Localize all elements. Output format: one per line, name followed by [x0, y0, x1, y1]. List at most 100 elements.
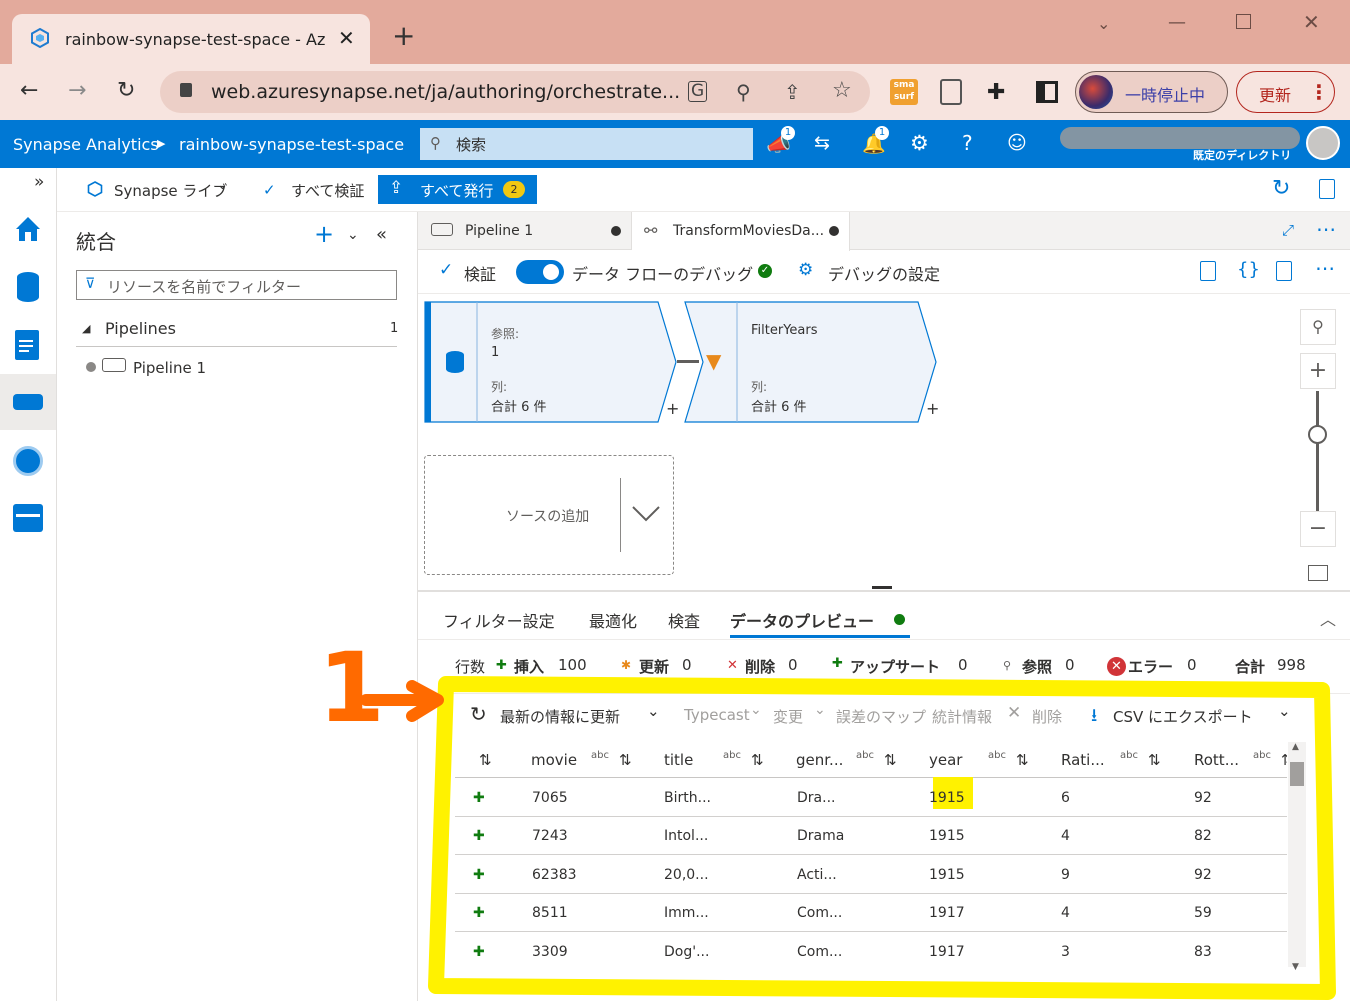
sma-surf-extension-icon[interactable]: sma surf	[890, 79, 918, 105]
fit-to-screen-icon[interactable]	[1308, 565, 1328, 581]
zoom-slider-thumb[interactable]	[1308, 425, 1327, 444]
sort-icon[interactable]: ⇅	[479, 751, 492, 769]
validate-button[interactable]: 検証	[464, 261, 496, 285]
add-transform-icon[interactable]: +	[666, 399, 679, 418]
sort-icon[interactable]: ⇅	[1281, 751, 1287, 769]
switch-directory-icon[interactable]: ⇆	[814, 132, 830, 154]
sort-icon[interactable]: ⇅	[1148, 751, 1161, 769]
col-rotten[interactable]: Rott...	[1194, 751, 1239, 769]
expand-rail-icon[interactable]: »	[34, 172, 44, 192]
home-hub-icon[interactable]	[13, 214, 43, 244]
collapse-panel-icon[interactable]: «	[376, 224, 387, 245]
col-genre[interactable]: genr...	[796, 751, 843, 769]
modify-button[interactable]: 変更	[773, 706, 803, 727]
forward-arrow-icon[interactable]: →	[68, 80, 86, 102]
integrate-hub-icon[interactable]	[0, 374, 56, 430]
col-title[interactable]: title	[664, 751, 693, 769]
back-arrow-icon[interactable]: ←	[20, 80, 38, 102]
monitor-hub-icon[interactable]	[13, 446, 43, 476]
filter-input[interactable]: ⊽ リソースを名前でフィルター	[76, 270, 397, 300]
bookmark-star-icon[interactable]: ☆	[832, 78, 852, 103]
more-options-icon[interactable]: ⋯	[1315, 256, 1335, 280]
table-row[interactable]: ✚ 3309 Dog'... Com... 1917 3 83	[455, 933, 1287, 963]
export-csv-button[interactable]: CSV にエクスポート	[1113, 706, 1253, 727]
brand-link[interactable]: Synapse Analytics	[13, 135, 159, 154]
remove-button[interactable]: 削除	[1032, 706, 1062, 727]
add-source-button[interactable]: ソースの追加	[424, 455, 674, 575]
col-year[interactable]: year	[929, 751, 962, 769]
browser-tab[interactable]: rainbow-synapse-test-space - Az ✕	[12, 14, 370, 64]
sort-icon[interactable]: ⇅	[619, 751, 632, 769]
synapse-live-dropdown[interactable]: Synapse ライブ	[114, 180, 227, 201]
tab-list-chevron-icon[interactable]: ⌄	[1097, 14, 1110, 33]
tab-filter-settings[interactable]: フィルター設定	[443, 608, 555, 632]
search-box[interactable]: ⚲ 検索	[420, 128, 753, 160]
minimize-icon[interactable]: —	[1168, 12, 1186, 33]
manage-hub-icon[interactable]	[13, 504, 43, 532]
address-bar[interactable]: web.azuresynapse.net/ja/authoring/orches…	[160, 71, 870, 113]
side-panel-icon[interactable]	[1036, 81, 1058, 103]
add-resource-icon[interactable]: +	[314, 222, 334, 246]
filter-node[interactable]: ▼ FilterYears 列: 合計 6 件	[684, 301, 937, 423]
tab-pipeline-1[interactable]: Pipeline 1	[418, 212, 632, 250]
table-row[interactable]: ✚ 7065 Birth... Dra... 1915 6 92	[455, 779, 1287, 817]
chevron-down-icon[interactable]: ⌄	[1278, 702, 1291, 720]
browser-update-button[interactable]: 更新 ⋮	[1236, 71, 1335, 113]
canvas-search-icon[interactable]: ⚲	[1300, 309, 1336, 345]
tab-optimize[interactable]: 最適化	[589, 608, 637, 632]
refresh-icon[interactable]: ↻	[1272, 176, 1290, 201]
account-redacted[interactable]	[1060, 127, 1300, 149]
maximize-icon[interactable]	[1236, 14, 1251, 29]
code-braces-icon[interactable]: {}	[1237, 259, 1260, 280]
dataflow-canvas[interactable]: 参照: 1 列: 合計 6 件 + ▼ FilterYears 列: 合計 6 …	[418, 295, 1350, 589]
collapse-caret-icon[interactable]: ◢	[82, 322, 90, 335]
table-row[interactable]: ✚ 8511 Imm... Com... 1917 4 59	[455, 894, 1287, 932]
pipelines-group[interactable]: Pipelines	[105, 319, 176, 338]
splitter-handle[interactable]	[872, 586, 892, 589]
scrollbar-thumb[interactable]	[1290, 762, 1304, 786]
pipeline-1-item[interactable]: Pipeline 1	[133, 359, 206, 377]
maximize-editor-icon[interactable]: ⤢	[1282, 221, 1294, 239]
reload-icon[interactable]: ↻	[117, 80, 135, 102]
zoom-in-icon[interactable]: +	[1300, 353, 1336, 389]
col-rating[interactable]: Rati...	[1061, 751, 1105, 769]
discard-icon[interactable]	[1319, 179, 1335, 199]
typecast-button[interactable]: Typecast	[684, 706, 750, 724]
debug-toggle[interactable]	[516, 260, 564, 284]
zoom-icon[interactable]: ⚲	[736, 80, 751, 104]
chevron-down-icon[interactable]: ⌄	[647, 702, 660, 720]
publish-all-button[interactable]: ⇪ すべて発行 2	[378, 175, 537, 204]
share-icon[interactable]: ⇪	[784, 80, 801, 104]
notes-extension-icon[interactable]	[940, 79, 962, 105]
develop-hub-icon[interactable]	[15, 330, 39, 360]
data-hub-icon[interactable]	[17, 272, 39, 302]
sort-icon[interactable]: ⇅	[751, 751, 764, 769]
table-row[interactable]: ✚ 62383 20,0... Acti... 1915 9 92	[455, 856, 1287, 894]
col-movie[interactable]: movie	[531, 751, 577, 769]
debug-settings-button[interactable]: デバッグの設定	[828, 261, 940, 285]
table-row[interactable]: ✚ 7243 Intol... Drama 1915 4 82	[455, 817, 1287, 855]
help-icon[interactable]: ?	[962, 131, 973, 155]
settings-gear-icon[interactable]: ⚙	[910, 131, 929, 155]
tab-inspect[interactable]: 検査	[668, 608, 700, 632]
validate-all-button[interactable]: すべて検証	[291, 180, 364, 201]
more-options-icon[interactable]: ⋯	[1316, 217, 1336, 241]
error-map-button[interactable]: 誤差のマップ	[836, 706, 926, 727]
properties-icon[interactable]	[1276, 261, 1292, 281]
tab-transform-movies[interactable]: ⚯ TransformMoviesDa...	[632, 212, 850, 251]
new-tab-icon[interactable]: +	[392, 22, 415, 50]
feedback-icon[interactable]: ☺	[1007, 132, 1027, 154]
tab-data-preview[interactable]: データのプレビュー	[730, 608, 874, 632]
collapse-all-icon[interactable]: ⌄	[347, 227, 359, 243]
sort-icon[interactable]: ⇅	[884, 751, 897, 769]
extensions-puzzle-icon[interactable]: ✚	[987, 80, 1005, 105]
profile-button[interactable]: 一時停止中	[1075, 71, 1228, 113]
tab-close-icon[interactable]: ✕	[338, 26, 355, 50]
scroll-up-icon[interactable]: ▲	[1292, 742, 1299, 752]
more-vert-icon[interactable]: ⋮	[1309, 80, 1329, 104]
scroll-down-icon[interactable]: ▼	[1292, 962, 1299, 972]
script-icon[interactable]	[1200, 261, 1216, 281]
source-node[interactable]: 参照: 1 列: 合計 6 件	[424, 301, 677, 423]
chevron-down-icon[interactable]	[631, 498, 661, 528]
stats-button[interactable]: 統計情報	[932, 706, 992, 727]
